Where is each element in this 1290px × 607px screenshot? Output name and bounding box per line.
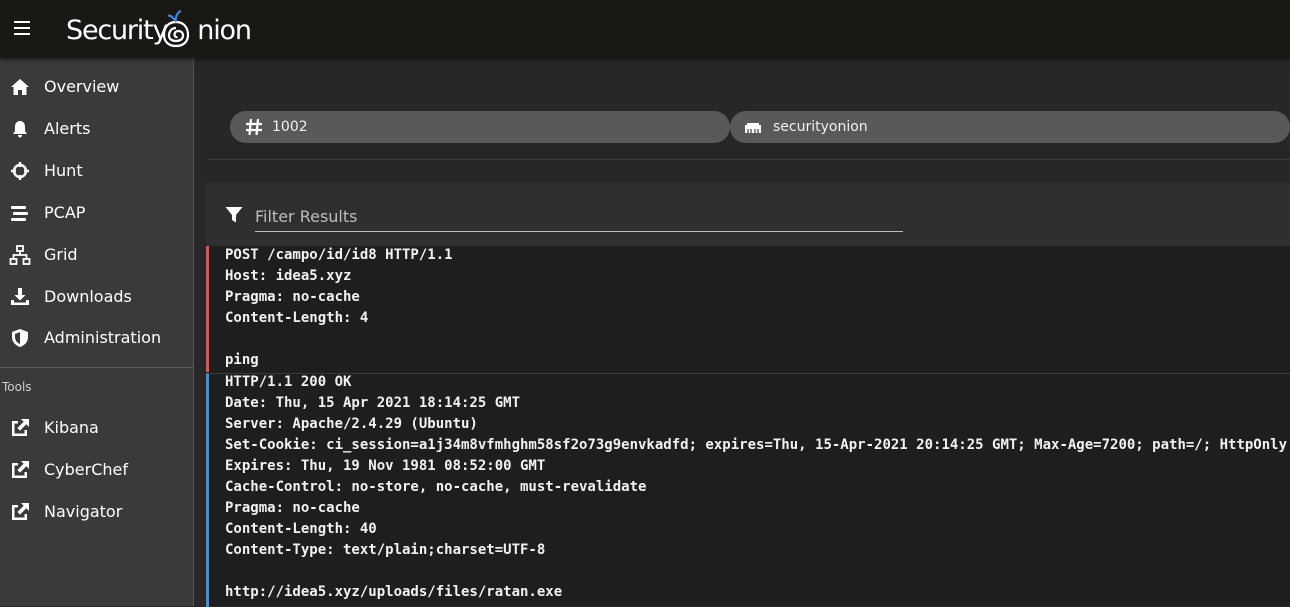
main-content: 1002 securityonion POST /campo/id/id8 HT… <box>194 58 1290 607</box>
response-line: Date: Thu, 15 Apr 2021 18:14:25 GMT <box>225 395 521 411</box>
sidebar-item-grid[interactable]: Grid <box>0 234 193 276</box>
home-icon <box>11 79 29 95</box>
sidebar-item-kibana[interactable]: Kibana <box>0 407 193 449</box>
id-chip[interactable]: 1002 <box>230 111 730 143</box>
sidebar-item-downloads[interactable]: Downloads <box>0 276 193 318</box>
sidebar-item-label: Hunt <box>44 161 83 180</box>
filter-bar <box>206 183 1290 246</box>
stream-icon <box>11 206 28 221</box>
response-line: Content-Length: 40 <box>225 521 377 537</box>
sidebar-item-label: Downloads <box>44 287 132 306</box>
sitemap-icon <box>9 245 31 265</box>
shield-icon <box>12 329 28 347</box>
request-line: POST /campo/id/id8 HTTP/1.1 <box>225 247 453 263</box>
download-icon <box>11 288 29 305</box>
response-line: Pragma: no-cache <box>225 500 360 516</box>
response-line: Server: Apache/2.4.29 (Ubuntu) <box>225 416 478 432</box>
request-line: Pragma: no-cache <box>225 289 360 305</box>
response-block: HTTP/1.1 200 OK Date: Thu, 15 Apr 2021 1… <box>206 373 1290 607</box>
sidebar-item-overview[interactable]: Overview <box>0 66 193 108</box>
request-line: Content-Length: 4 <box>225 310 369 326</box>
filter-input[interactable] <box>255 201 903 232</box>
sidebar-item-label: Navigator <box>44 502 123 521</box>
network-wired-icon <box>745 123 761 133</box>
response-line: http://idea5.xyz/uploads/files/ratan.exe <box>225 584 563 600</box>
response-line: Expires: Thu, 19 Nov 1981 08:52:00 GMT <box>225 458 546 474</box>
filter-icon <box>225 207 243 223</box>
response-line: HTTP/1.1 200 OK <box>225 374 352 390</box>
sidebar-item-label: Kibana <box>44 418 99 437</box>
sidebar-item-label: Administration <box>44 328 162 347</box>
request-block: POST /campo/id/id8 HTTP/1.1 Host: idea5.… <box>206 246 1290 372</box>
sidebar-item-label: PCAP <box>44 203 86 222</box>
response-line: Cache-Control: no-store, no-cache, must-… <box>225 479 647 495</box>
sidebar-item-label: Overview <box>44 77 120 96</box>
separator <box>208 159 1290 160</box>
sidebar-divider <box>0 367 193 368</box>
request-line: Host: idea5.xyz <box>225 268 352 284</box>
sidebar-item-label: CyberChef <box>44 460 129 479</box>
sidebar-item-navigator[interactable]: Navigator <box>0 491 193 533</box>
menu-icon[interactable] <box>12 18 34 40</box>
sidebar-item-label: Alerts <box>44 119 91 138</box>
tools-section-label: Tools <box>2 380 32 394</box>
app-bar: Security nion <box>0 0 1290 58</box>
response-line: Set-Cookie: ci_session=a1j34m8vfmhghm58s… <box>225 437 1288 453</box>
bell-icon <box>13 121 27 138</box>
sensor-chip-value: securityonion <box>773 119 868 135</box>
sidebar: Overview Alerts Hunt PCAP Grid Downloads… <box>0 58 194 606</box>
sidebar-item-administration[interactable]: Administration <box>0 317 193 359</box>
external-link-icon <box>12 461 29 478</box>
external-link-icon <box>12 419 29 436</box>
sensor-chip[interactable]: securityonion <box>730 111 1290 143</box>
response-line: Content-Type: text/plain;charset=UTF-8 <box>225 542 546 558</box>
sidebar-item-hunt[interactable]: Hunt <box>0 150 193 192</box>
request-line: ping <box>225 352 259 368</box>
transcript-panel: POST /campo/id/id8 HTTP/1.1 Host: idea5.… <box>206 183 1290 607</box>
crosshairs-icon <box>11 162 29 180</box>
sidebar-item-pcap[interactable]: PCAP <box>0 192 193 234</box>
external-link-icon <box>12 503 29 520</box>
hashtag-icon <box>246 118 262 136</box>
sidebar-item-alerts[interactable]: Alerts <box>0 108 193 150</box>
id-chip-value: 1002 <box>272 119 308 135</box>
logo-text: Security nion <box>66 15 252 46</box>
sidebar-item-label: Grid <box>44 245 78 264</box>
sidebar-item-cyberchef[interactable]: CyberChef <box>0 449 193 491</box>
onion-icon <box>162 10 190 48</box>
